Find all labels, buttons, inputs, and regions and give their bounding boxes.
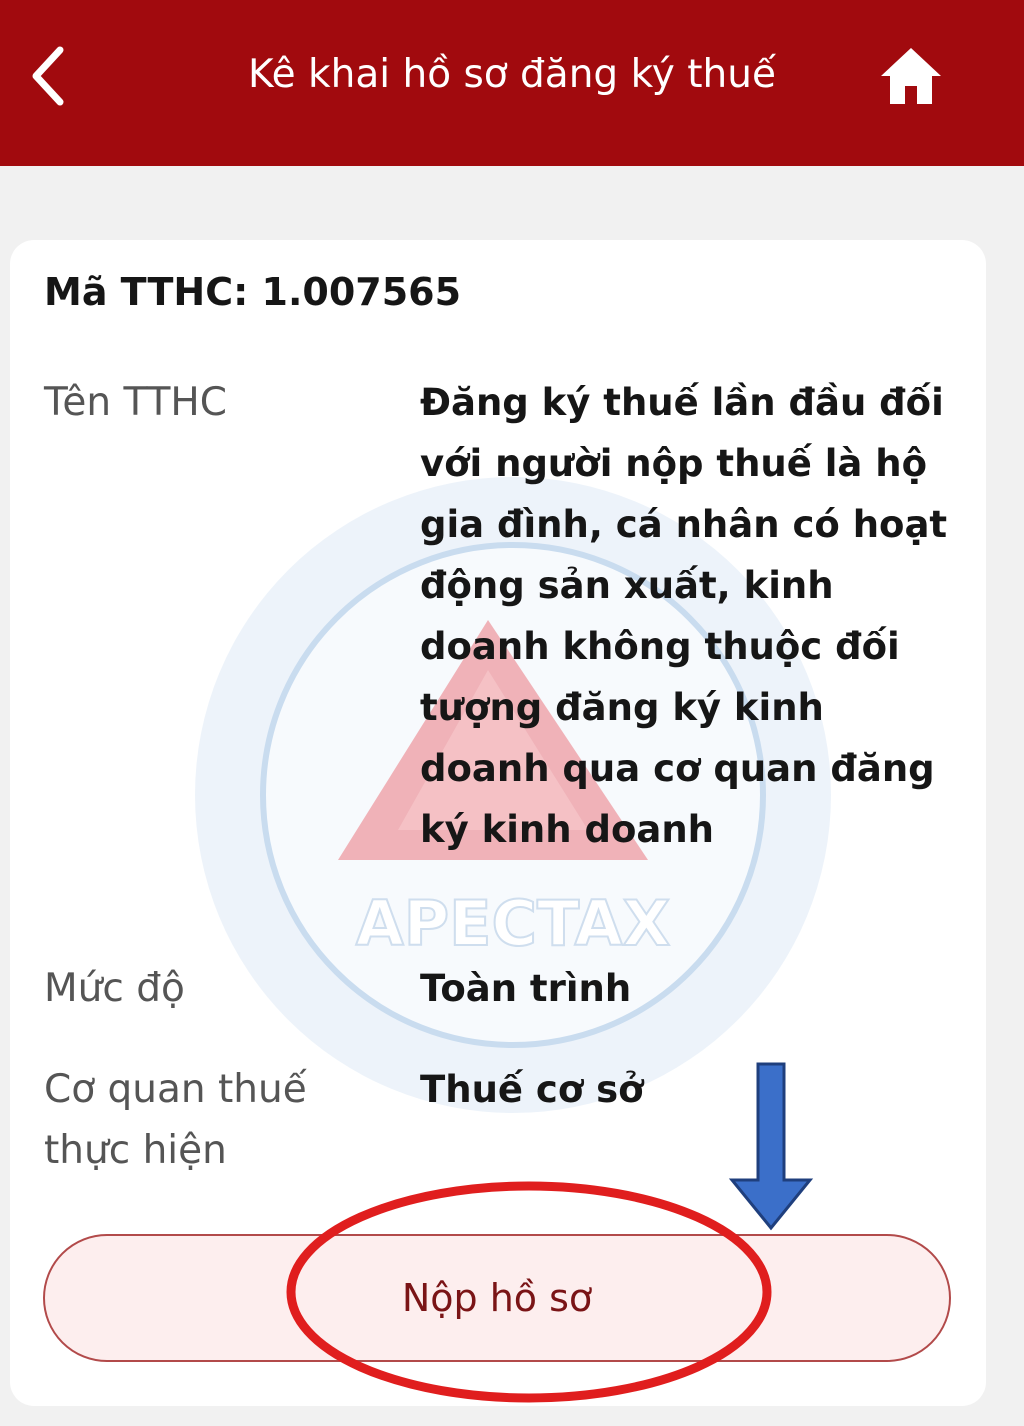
app-header: Kê khai hồ sơ đăng ký thuế: [0, 0, 1024, 166]
page-title: Kê khai hồ sơ đăng ký thuế: [248, 52, 776, 97]
procedure-code: Mã TTHC: 1.007565: [44, 270, 462, 314]
level-label: Mức độ: [44, 966, 185, 1011]
procedure-name-label: Tên TTHC: [44, 380, 227, 425]
procedure-name-value: Đăng ký thuế lần đầu đối với người nộp t…: [420, 381, 948, 851]
tax-authority-label: Cơ quan thuế thực hiện: [44, 1067, 307, 1173]
tax-authority-value: Thuế cơ sở: [420, 1068, 644, 1111]
submit-dossier-button[interactable]: Nộp hồ sơ: [43, 1234, 951, 1362]
home-icon[interactable]: [878, 44, 944, 108]
chevron-left-icon[interactable]: [22, 40, 78, 112]
level-value: Toàn trình: [420, 967, 632, 1010]
